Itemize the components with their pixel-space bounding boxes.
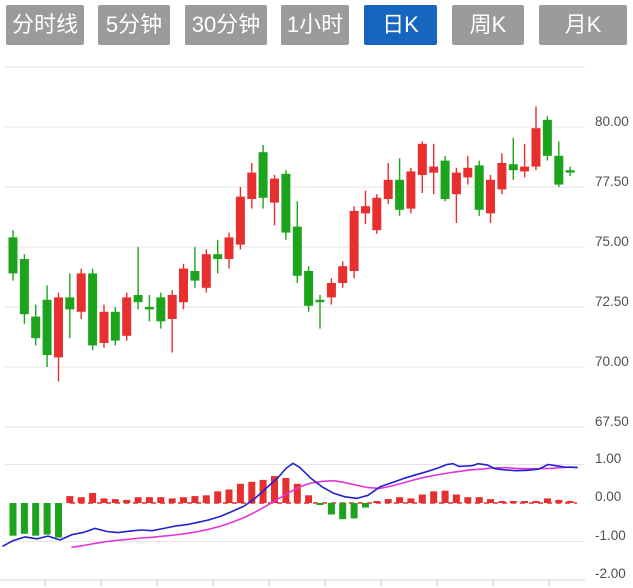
macd-axis-label: 0.00 (595, 489, 622, 504)
price-axis-label: 75.00 (595, 234, 629, 249)
price-axis-label: 77.50 (595, 174, 629, 189)
tab-monthly-k[interactable]: 月K (539, 5, 627, 45)
tab-30min[interactable]: 30分钟 (185, 5, 267, 45)
macd-axis-label: 1.00 (595, 451, 622, 466)
tab-weekly-k[interactable]: 周K (452, 5, 524, 45)
macd-axis-label: -2.00 (595, 566, 626, 581)
price-axis-label: 67.50 (595, 414, 629, 429)
candlestick-macd-canvas[interactable] (0, 0, 633, 588)
tab-minute-line[interactable]: 分时线 (6, 5, 84, 45)
price-axis-label: 70.00 (595, 354, 629, 369)
tab-5min[interactable]: 5分钟 (98, 5, 170, 45)
price-axis-label: 80.00 (595, 114, 629, 129)
price-axis-label: 72.50 (595, 294, 629, 309)
period-tabbar: 分时线 5分钟 30分钟 1小时 日K 周K 月K (6, 5, 627, 45)
macd-axis-label: -1.00 (595, 528, 626, 543)
kline-app: 分时线 5分钟 30分钟 1小时 日K 周K 月K 80.00 77.50 75… (0, 0, 633, 588)
tab-daily-k[interactable]: 日K (364, 5, 437, 45)
tab-1hour[interactable]: 1小时 (281, 5, 349, 45)
